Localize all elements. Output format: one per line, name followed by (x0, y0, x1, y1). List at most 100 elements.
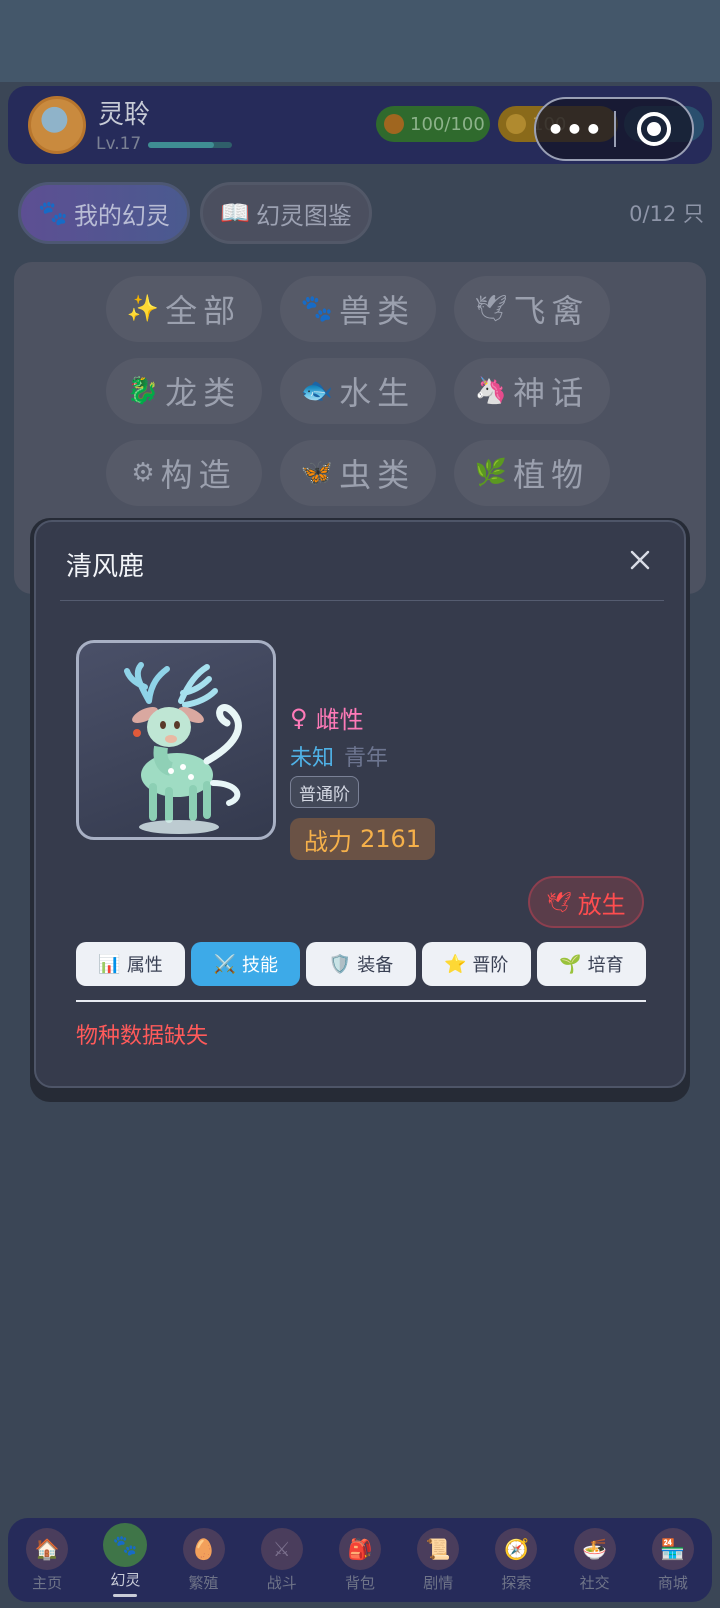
tab-label: 培育 (587, 955, 624, 976)
tab-label: 属性 (126, 955, 163, 976)
nav-label: 背包 (344, 1573, 375, 1592)
tab-advance[interactable]: ⭐ 晋阶 (421, 942, 531, 986)
tab-skills[interactable]: ⚔️ 技能 (191, 942, 301, 986)
user-level: Lv.17 (96, 134, 142, 154)
filter-label: 植物 (513, 456, 590, 494)
butterfly-icon: 🦋 (300, 458, 334, 488)
traits-row: 未知 青年 (290, 740, 388, 772)
pet-count: 0/12 只 (629, 202, 704, 226)
nav-social[interactable]: 🍜 社交 (560, 1527, 630, 1593)
release-button[interactable]: 🕊 放生 (528, 876, 644, 928)
filter-myth[interactable]: 🦄 神话 (454, 358, 610, 424)
filter-all[interactable]: ✨ 全部 (106, 276, 262, 342)
swords-icon: ⚔ (260, 1527, 303, 1570)
nav-label: 商城 (657, 1573, 688, 1592)
tab-cultivate[interactable]: 🌱 培育 (536, 942, 647, 986)
nav-label: 社交 (579, 1573, 610, 1592)
nav-label: 战斗 (266, 1573, 297, 1592)
filter-plant[interactable]: 🌿 植物 (454, 440, 610, 506)
nav-label: 剧情 (423, 1573, 454, 1592)
unicorn-icon: 🦄 (474, 376, 508, 406)
filter-label: 飞禽 (513, 292, 590, 330)
detail-tabs: 📊 属性 ⚔️ 技能 🛡️ 装备 ⭐ 晋阶 🌱 培育 (76, 942, 647, 988)
scroll-icon: 📜 (417, 1527, 460, 1570)
gear-icon: ⚙ (131, 458, 155, 488)
nav-label: 主页 (32, 1573, 63, 1592)
nav-label: 幻灵 (110, 1571, 141, 1589)
user-name: 灵聆 (98, 100, 151, 130)
filter-label: 全部 (165, 292, 242, 330)
tab-my-pets[interactable]: 🐾 我的幻灵 (18, 182, 190, 244)
filter-label: 龙类 (165, 374, 242, 412)
nav-battle[interactable]: ⚔ 战斗 (247, 1527, 317, 1593)
bar-chart-icon: 📊 (98, 953, 121, 975)
filter-label: 兽类 (339, 292, 416, 330)
stamina-pill[interactable]: 100/100 (376, 106, 490, 142)
tab-my-pets-label: 我的幻灵 (73, 201, 170, 230)
close-miniprogram-button[interactable] (616, 112, 692, 146)
gender-row: ♀ 雌性 (290, 700, 364, 735)
stamina-icon (384, 114, 404, 134)
pet-detail-modal: 清风鹿 ♀ 雌性 未知 青年 普通阶 战力 2161 🕊 放生 📊 属性 ⚔️ … (34, 520, 686, 1088)
close-icon (630, 550, 650, 570)
sprout-icon: 🌱 (559, 953, 582, 975)
tab-label: 装备 (357, 955, 394, 976)
tab-attributes[interactable]: 📊 属性 (76, 942, 186, 986)
power-badge: 战力 2161 (290, 818, 436, 860)
dove-icon: 🕊 (474, 294, 508, 324)
pet-portrait (76, 640, 276, 840)
tab-label: 技能 (242, 955, 279, 976)
nav-label: 繁殖 (188, 1573, 219, 1592)
nav-breed[interactable]: 🥚 繁殖 (169, 1527, 239, 1593)
nav-label: 探索 (501, 1573, 532, 1592)
active-indicator (113, 1594, 138, 1597)
status-bar (0, 0, 720, 82)
release-label: 放生 (577, 890, 626, 919)
herb-icon: 🌿 (474, 458, 508, 488)
tab-pet-codex[interactable]: 📖 幻灵图鉴 (200, 182, 372, 244)
gender-label: 雌性 (315, 706, 364, 734)
nav-explore[interactable]: 🧭 探索 (481, 1527, 551, 1593)
deer-creature-image (124, 662, 242, 834)
level-progress-fill (148, 142, 214, 148)
dove-icon: 🕊 (546, 890, 572, 914)
home-icon: 🏠 (26, 1527, 69, 1570)
trait-unknown: 未知 (290, 746, 335, 771)
shield-icon: 🛡️ (328, 953, 352, 975)
sparkles-icon: ✨ (126, 294, 160, 324)
close-button[interactable] (620, 540, 660, 580)
filter-insect[interactable]: 🦋 虫类 (280, 440, 436, 506)
dragon-icon: 🐉 (126, 376, 160, 406)
pet-tabs: 🐾 我的幻灵 📖 幻灵图鉴 0/12 只 (16, 182, 706, 246)
nav-bag[interactable]: 🎒 背包 (325, 1527, 395, 1593)
nav-shop[interactable]: 🏪 商城 (638, 1527, 708, 1593)
missing-data-message: 物种数据缺失 (76, 1024, 209, 1049)
gold-coin-icon (506, 114, 526, 134)
bottom-nav: 🏠 主页 🐾 幻灵 🥚 繁殖 ⚔ 战斗 🎒 背包 📜 剧情 🧭 探索 🍜 社交 … (8, 1518, 712, 1602)
filter-label: 构造 (160, 456, 237, 494)
filter-label: 神话 (513, 374, 590, 412)
trait-age: 青年 (344, 746, 389, 771)
filter-dragon[interactable]: 🐉 龙类 (106, 358, 262, 424)
filter-construct[interactable]: ⚙ 构造 (106, 440, 262, 506)
swords-icon: ⚔️ (213, 953, 237, 975)
female-icon: ♀ (290, 703, 308, 732)
nav-pets[interactable]: 🐾 幻灵 (90, 1523, 160, 1597)
book-icon: 📖 (220, 199, 250, 227)
shop-icon: 🏪 (651, 1527, 694, 1570)
more-button[interactable]: ••• (536, 113, 614, 146)
level-progress-bar (148, 142, 232, 148)
tab-label: 晋阶 (472, 955, 509, 976)
avatar[interactable] (28, 96, 86, 154)
tab-equipment[interactable]: 🛡️ 装备 (306, 942, 416, 986)
filter-aquatic[interactable]: 🐟 水生 (280, 358, 436, 424)
filter-beast[interactable]: 🐾 兽类 (280, 276, 436, 342)
filter-bird[interactable]: 🕊 飞禽 (454, 276, 610, 342)
nav-home[interactable]: 🏠 主页 (12, 1527, 82, 1593)
stamina-value: 100/100 (410, 113, 485, 135)
rank-badge: 普通阶 (290, 776, 359, 808)
filter-label: 虫类 (339, 456, 416, 494)
nav-story[interactable]: 📜 剧情 (403, 1527, 473, 1593)
fish-icon: 🐟 (300, 376, 334, 406)
modal-title: 清风鹿 (66, 552, 145, 582)
